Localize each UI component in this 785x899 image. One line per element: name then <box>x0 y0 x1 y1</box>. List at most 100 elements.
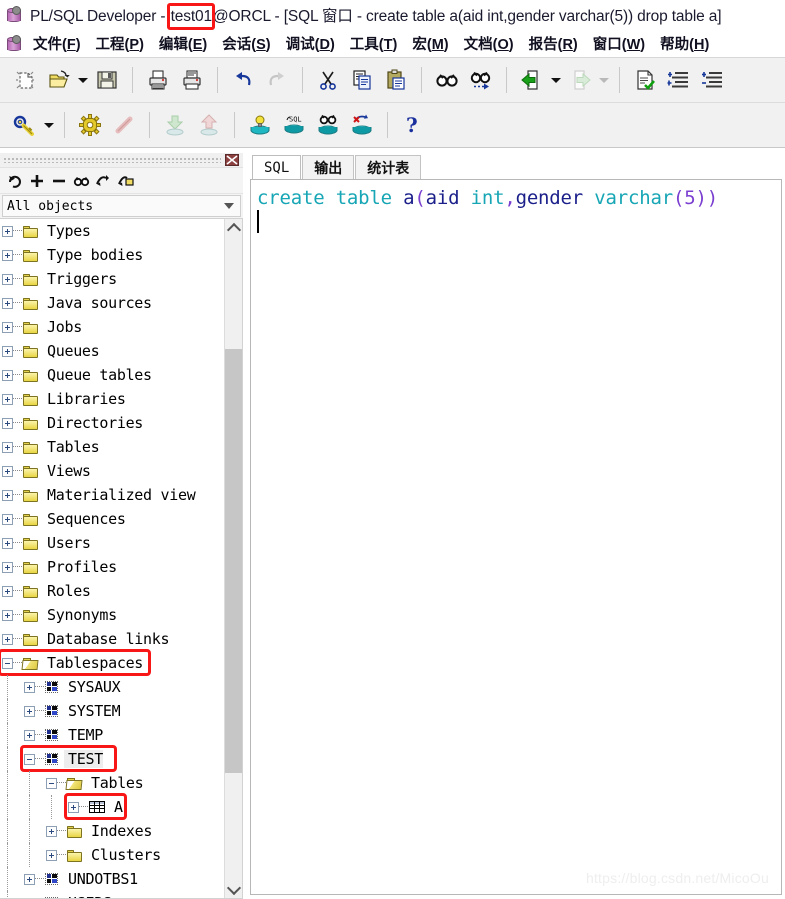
tree-item-sequences[interactable]: Sequences <box>0 507 224 531</box>
expand-plus-icon[interactable] <box>24 681 35 693</box>
tree-item-database-links[interactable]: Database links <box>0 627 224 651</box>
tab-sql[interactable]: SQL <box>252 155 302 179</box>
tree-item-queues[interactable]: Queues <box>0 339 224 363</box>
expand-plus-icon[interactable] <box>24 873 35 885</box>
check-document-icon[interactable] <box>628 63 662 97</box>
menu-macro[interactable]: 宏(M) <box>412 33 448 54</box>
help-icon[interactable]: ? <box>396 108 430 142</box>
find-icon[interactable] <box>430 63 464 97</box>
tree-item-indexes[interactable]: Indexes <box>0 819 224 843</box>
tree-item-type-bodies[interactable]: Type bodies <box>0 243 224 267</box>
tree-item-clusters[interactable]: Clusters <box>0 843 224 867</box>
expand-plus-icon[interactable] <box>2 297 13 309</box>
menu-help[interactable]: 帮助(H) <box>660 33 709 54</box>
tree-item-types[interactable]: Types <box>0 219 224 243</box>
menu-tools[interactable]: 工具(T) <box>350 33 398 54</box>
expand-plus-icon[interactable] <box>2 609 13 621</box>
print-preview-icon[interactable] <box>175 63 209 97</box>
collapse-minus-icon[interactable] <box>46 777 57 789</box>
close-panel-icon[interactable] <box>224 153 240 167</box>
indent-increase-icon[interactable] <box>662 63 696 97</box>
paste-icon[interactable] <box>379 63 413 97</box>
expand-plus-icon[interactable] <box>2 465 13 477</box>
tree-item-sysaux[interactable]: SYSAUX <box>0 675 224 699</box>
expand-plus-icon[interactable] <box>2 441 13 453</box>
tree-scrollbar[interactable] <box>224 219 242 898</box>
tree-item-profiles[interactable]: Profiles <box>0 555 224 579</box>
expand-plus-icon[interactable] <box>2 249 13 261</box>
rollback-icon[interactable] <box>345 108 379 142</box>
tree-item-a[interactable]: A <box>0 795 224 819</box>
collapse-all-icon[interactable] <box>48 170 70 192</box>
tree-item-directories[interactable]: Directories <box>0 411 224 435</box>
expand-plus-icon[interactable] <box>46 849 57 861</box>
menu-documents[interactable]: 文档(O) <box>464 33 514 54</box>
find-database-object-icon[interactable] <box>311 108 345 142</box>
save-icon[interactable] <box>90 63 124 97</box>
expand-plus-icon[interactable] <box>2 321 13 333</box>
folder-options-icon[interactable] <box>114 170 136 192</box>
new-icon[interactable] <box>8 63 42 97</box>
menu-edit[interactable]: 编辑(E) <box>159 33 207 54</box>
cut-icon[interactable] <box>311 63 345 97</box>
find-next-icon[interactable] <box>464 63 498 97</box>
print-icon[interactable] <box>141 63 175 97</box>
object-tree[interactable]: Types Type bodies Triggers Java sources Jobs… <box>0 219 224 898</box>
tree-item-tablespaces[interactable]: Tablespaces <box>0 651 224 675</box>
expand-all-icon[interactable] <box>26 170 48 192</box>
tree-item-tables[interactable]: Tables <box>0 771 224 795</box>
sql-window-icon[interactable]: SQL <box>277 108 311 142</box>
explain-plan-icon[interactable] <box>243 108 277 142</box>
expand-plus-icon[interactable] <box>24 897 35 898</box>
tree-item-system[interactable]: SYSTEM <box>0 699 224 723</box>
indent-decrease-icon[interactable] <box>696 63 730 97</box>
tree-item-triggers[interactable]: Triggers <box>0 267 224 291</box>
find-icon[interactable] <box>70 170 92 192</box>
menu-debug[interactable]: 调试(D) <box>286 33 335 54</box>
expand-plus-icon[interactable] <box>2 561 13 573</box>
menu-file[interactable]: 文件(F) <box>33 33 81 54</box>
key-explain-icon[interactable] <box>8 108 42 142</box>
refresh-icon[interactable] <box>4 170 26 192</box>
expand-plus-icon[interactable] <box>2 585 13 597</box>
previous-dropdown-arrow[interactable] <box>549 63 563 97</box>
expand-plus-icon[interactable] <box>2 513 13 525</box>
scrollbar-thumb[interactable] <box>225 349 242 773</box>
filter-icon[interactable] <box>92 170 114 192</box>
tab-statistics[interactable]: 统计表 <box>355 155 422 179</box>
undo-icon[interactable] <box>226 63 260 97</box>
tree-item-materialized-view[interactable]: Materialized view <box>0 483 224 507</box>
collapse-minus-icon[interactable] <box>2 657 13 669</box>
expand-plus-icon[interactable] <box>2 417 13 429</box>
copy-icon[interactable] <box>345 63 379 97</box>
gear-execute-icon[interactable] <box>73 108 107 142</box>
open-folder-icon[interactable] <box>42 63 76 97</box>
expand-plus-icon[interactable] <box>2 225 13 237</box>
menu-window[interactable]: 窗口(W) <box>593 33 645 54</box>
sql-text-area[interactable]: create table a(aid int,gender varchar(5)… <box>250 179 782 895</box>
object-filter-dropdown[interactable]: All objects <box>2 195 241 217</box>
expand-plus-icon[interactable] <box>68 801 79 813</box>
tree-item-views[interactable]: Views <box>0 459 224 483</box>
menu-project[interactable]: 工程(P) <box>96 33 144 54</box>
expand-plus-icon[interactable] <box>46 825 57 837</box>
tree-item-undotbs1[interactable]: UNDOTBS1 <box>0 867 224 891</box>
tree-item-temp[interactable]: TEMP <box>0 723 224 747</box>
tree-item-users[interactable]: Users <box>0 531 224 555</box>
tree-item-jobs[interactable]: Jobs <box>0 315 224 339</box>
collapse-minus-icon[interactable] <box>24 753 35 765</box>
tree-item-users[interactable]: USERS <box>0 891 224 898</box>
expand-plus-icon[interactable] <box>2 273 13 285</box>
panel-drag-grip[interactable] <box>0 153 243 168</box>
expand-plus-icon[interactable] <box>2 393 13 405</box>
expand-plus-icon[interactable] <box>24 705 35 717</box>
open-dropdown-arrow[interactable] <box>76 63 90 97</box>
menu-session[interactable]: 会话(S) <box>222 33 270 54</box>
tab-output[interactable]: 输出 <box>302 155 355 179</box>
expand-plus-icon[interactable] <box>2 345 13 357</box>
menu-reports[interactable]: 报告(R) <box>529 33 578 54</box>
tree-item-libraries[interactable]: Libraries <box>0 387 224 411</box>
expand-plus-icon[interactable] <box>2 537 13 549</box>
tree-item-synonyms[interactable]: Synonyms <box>0 603 224 627</box>
scroll-up-button[interactable] <box>225 219 242 237</box>
